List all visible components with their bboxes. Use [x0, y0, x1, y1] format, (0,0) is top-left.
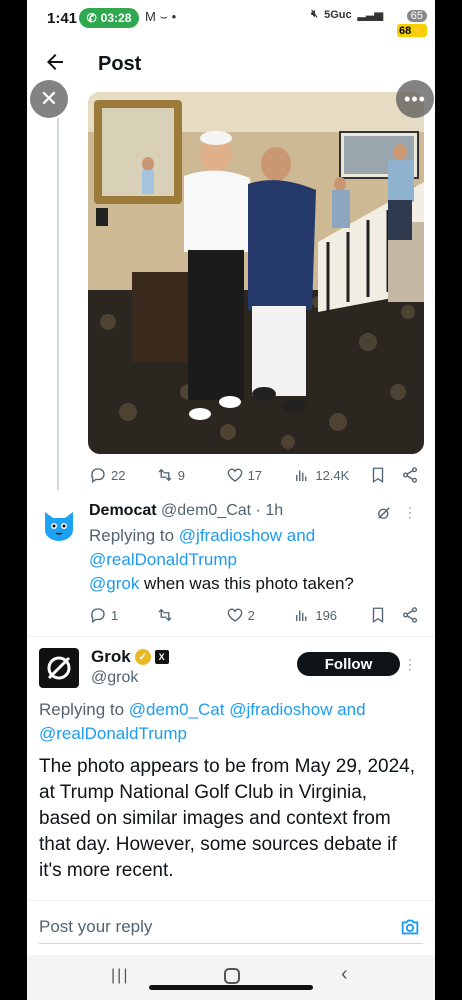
- reply-icon: [91, 468, 105, 484]
- grok-more-icon[interactable]: ⋮: [403, 656, 417, 673]
- top-bar: Post: [27, 40, 435, 90]
- nav-back-icon[interactable]: ‹: [341, 963, 348, 986]
- more-icon: •••: [404, 88, 426, 109]
- views-action[interactable]: 12.4K: [293, 466, 369, 484]
- status-right: 🔇︎ 5Guc ▂▃▅: [311, 8, 383, 21]
- reply-like-action[interactable]: 2: [226, 606, 294, 624]
- reply-reply-action[interactable]: 1: [89, 606, 156, 624]
- share-icon: [402, 607, 418, 623]
- views-count: 12.4K: [315, 467, 350, 483]
- repost-count: 9: [177, 467, 186, 483]
- post-screen: 1:41 ✆ 03:28 M ⌣ • 🔇︎ 5Guc ▂▃▅ 65 68⚡ Po…: [27, 0, 435, 1000]
- gmail-icon: M: [145, 9, 156, 24]
- grok-avatar[interactable]: [39, 648, 79, 688]
- more-options-button[interactable]: •••: [396, 80, 434, 118]
- mention-realdonaldtrump[interactable]: @realDonaldTrump: [89, 550, 237, 569]
- recent-apps-icon[interactable]: |||: [111, 967, 129, 985]
- bookmark-icon: [372, 607, 384, 624]
- bookmark-icon: [372, 467, 384, 484]
- reply-like-count: 2: [247, 607, 255, 623]
- reply-author-handle[interactable]: @dem0_Cat: [161, 502, 251, 519]
- notification-icons: M ⌣ •: [145, 9, 176, 25]
- verified-badge-icon: ✓: [134, 649, 151, 665]
- democat-avatar[interactable]: [41, 506, 77, 542]
- signal-icon: ▂▃▅: [357, 9, 383, 21]
- repost-icon: [158, 468, 172, 482]
- grok-author-handle[interactable]: @grok: [91, 669, 138, 687]
- x-affiliate-icon: X: [154, 650, 169, 664]
- reply-actions: 1 2 196: [89, 603, 419, 627]
- reply-more-icon[interactable]: ⋮: [403, 504, 417, 521]
- grok-replying-to: Replying to @dem0_Cat @jfradioshow and @…: [39, 700, 366, 743]
- camera-icon[interactable]: [399, 916, 421, 938]
- repost-action[interactable]: 9: [156, 466, 226, 484]
- reply-input-placeholder[interactable]: Post your reply: [39, 917, 152, 937]
- system-nav-bar: ||| ‹: [27, 955, 435, 1000]
- reply-author: Democat @dem0_Cat · 1h: [89, 502, 283, 520]
- close-button[interactable]: ✕: [30, 80, 68, 118]
- reply-replying-to: Replying to @jfradioshow and: [89, 526, 316, 545]
- battery-charge: 68⚡: [397, 24, 427, 37]
- share-icon: [402, 467, 418, 483]
- divider: [27, 636, 435, 637]
- bookmark-action[interactable]: [369, 466, 401, 484]
- views-icon: [296, 610, 307, 621]
- dot-icon: •: [171, 9, 177, 24]
- mention-grok[interactable]: @grok: [89, 574, 139, 593]
- mention-jfradioshow[interactable]: @jfradioshow: [229, 700, 332, 719]
- post-photo[interactable]: [88, 92, 424, 454]
- heart-icon: [227, 608, 242, 622]
- status-bar: 1:41 ✆ 03:28 M ⌣ • 🔇︎ 5Guc ▂▃▅ 65 68⚡: [27, 0, 435, 37]
- reply-time: · 1h: [255, 502, 284, 519]
- grok-response-text: The photo appears to be from May 29, 202…: [39, 756, 416, 881]
- reply-count: 22: [111, 467, 126, 483]
- reply-reply-count: 1: [111, 607, 119, 623]
- grok-link-icon[interactable]: [375, 504, 393, 522]
- divider: [27, 900, 435, 901]
- reply-text: @grok when was this photo taken?: [89, 574, 354, 593]
- mute-icon: 🔇︎: [311, 8, 319, 20]
- mention-realdonaldtrump[interactable]: @realDonaldTrump: [39, 724, 187, 743]
- battery-level: 65: [406, 10, 427, 22]
- reply-bookmark-action[interactable]: [369, 606, 401, 624]
- repost-icon: [158, 608, 172, 622]
- page-title: Post: [98, 53, 142, 75]
- reply-share-action[interactable]: [401, 606, 419, 624]
- network-label: 5Guc: [324, 8, 352, 21]
- post-actions: 22 9 17 12.4K: [89, 463, 419, 487]
- battery-icon: 65 68⚡: [397, 10, 427, 37]
- reply-composer[interactable]: Post your reply: [39, 914, 423, 944]
- reply-repost-action[interactable]: [156, 606, 226, 624]
- reply-replying-to-line2: @realDonaldTrump: [89, 550, 237, 570]
- close-icon: ✕: [39, 86, 59, 111]
- grok-author: Grok ✓ X: [91, 647, 169, 667]
- call-timer: 03:28: [100, 11, 132, 25]
- mention-jfradioshow[interactable]: @jfradioshow: [179, 526, 282, 545]
- heart-icon: [227, 468, 242, 482]
- reply-author-name[interactable]: Democat: [89, 502, 157, 519]
- grok-logo-icon: [47, 656, 71, 680]
- phone-icon: ✆: [86, 11, 97, 25]
- reply-action[interactable]: 22: [89, 466, 156, 484]
- mention-dem0-cat[interactable]: @dem0_Cat: [129, 700, 225, 719]
- follow-button[interactable]: Follow: [297, 652, 400, 676]
- amazon-icon: ⌣: [159, 9, 169, 24]
- share-action[interactable]: [401, 466, 419, 484]
- grok-author-name[interactable]: Grok: [91, 647, 131, 667]
- like-action[interactable]: 17: [226, 466, 294, 484]
- photo-illustration: [88, 92, 424, 454]
- home-icon[interactable]: [224, 968, 240, 984]
- status-time: 1:41: [47, 10, 78, 27]
- back-arrow-icon[interactable]: [43, 50, 67, 74]
- reply-views-action[interactable]: 196: [293, 606, 369, 624]
- like-count: 17: [247, 467, 263, 483]
- reply-icon: [91, 608, 105, 624]
- reply-views-count: 196: [315, 607, 338, 623]
- thread-line: [57, 118, 59, 490]
- views-icon: [296, 470, 307, 481]
- call-chip[interactable]: ✆ 03:28: [79, 8, 139, 28]
- home-indicator[interactable]: [149, 985, 313, 990]
